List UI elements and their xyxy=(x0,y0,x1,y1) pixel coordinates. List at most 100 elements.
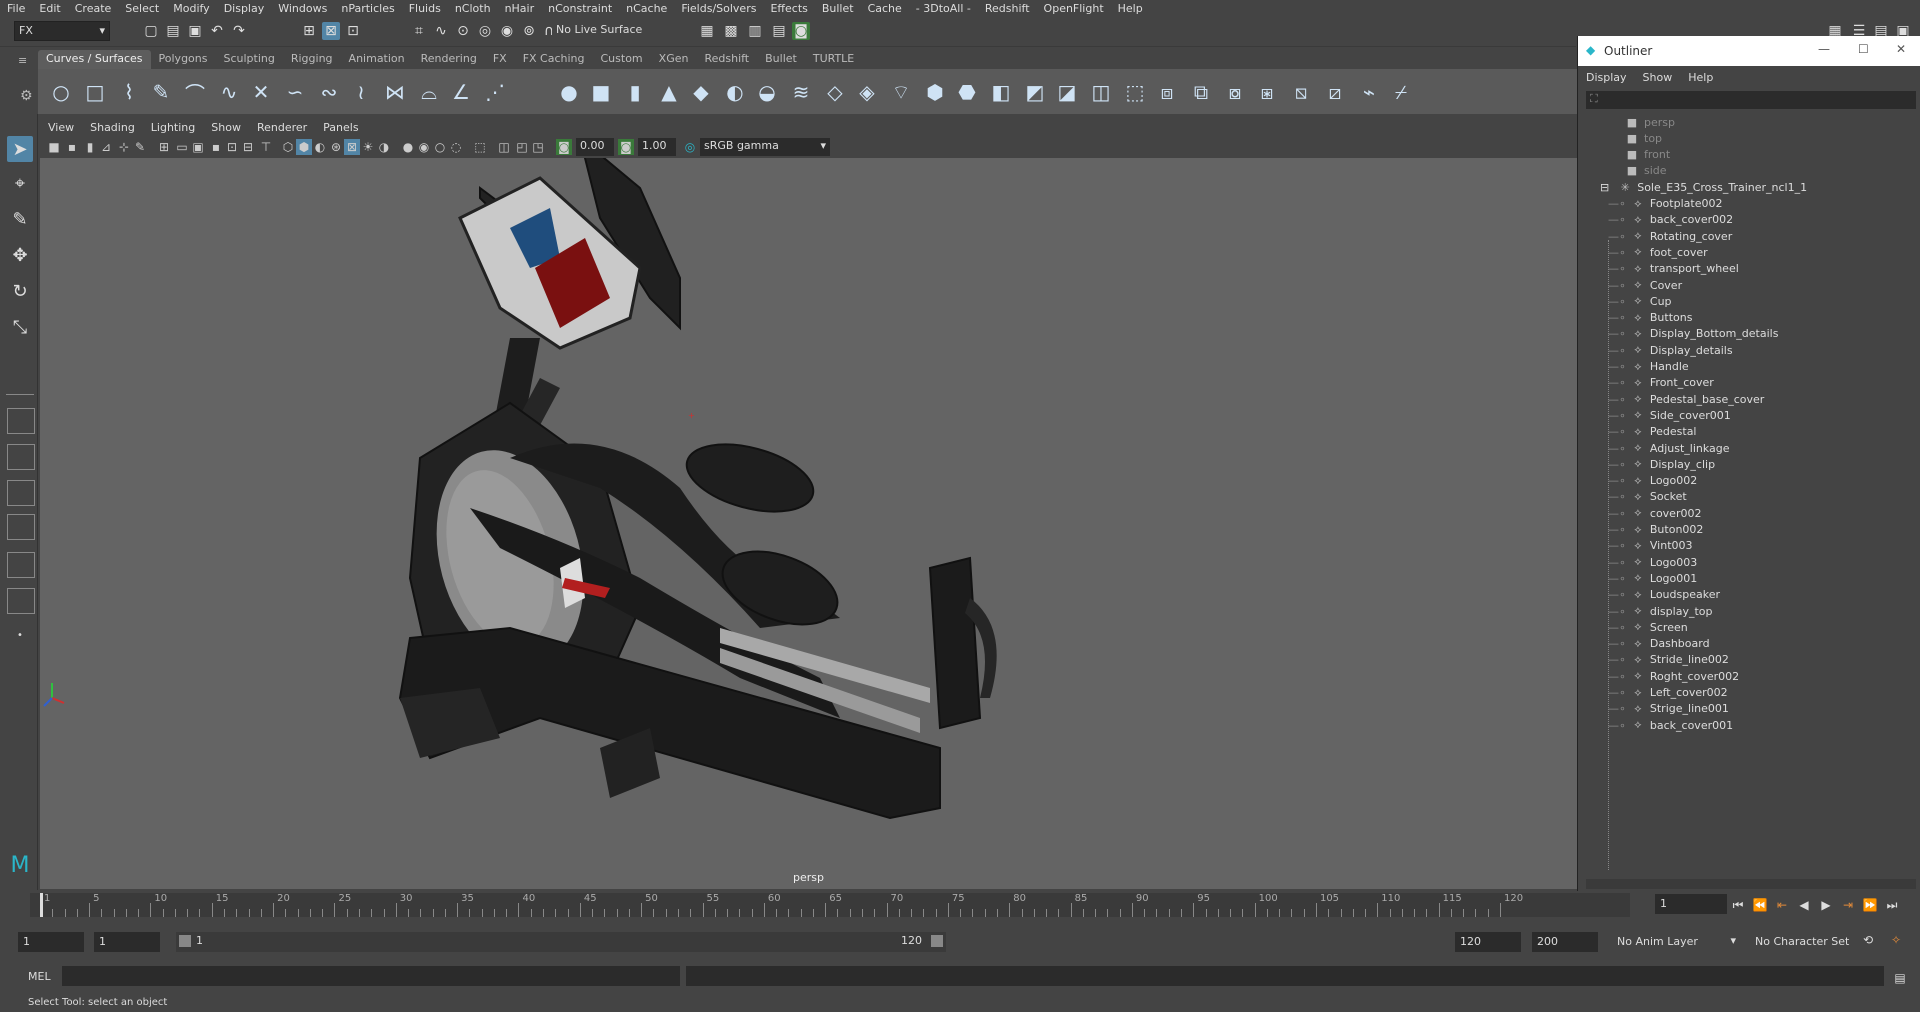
gate-mask-icon[interactable]: ▪ xyxy=(208,139,224,155)
elliptical-cross-trainer-model[interactable]: + xyxy=(40,158,1577,889)
current-time-indicator[interactable] xyxy=(40,893,43,917)
xray-joints-icon[interactable]: ◰ xyxy=(514,139,530,155)
menu-edit[interactable]: Edit xyxy=(32,2,67,15)
shelf-tab-fx[interactable]: FX xyxy=(485,50,515,69)
safe-title-icon[interactable]: ⊤ xyxy=(258,139,274,155)
menu-bullet[interactable]: Bullet xyxy=(815,2,861,15)
nurbs-square-icon[interactable]: □ xyxy=(82,79,108,105)
wireframe-on-shaded-icon[interactable]: ⊛ xyxy=(328,139,344,155)
shelf-tab-rendering[interactable]: Rendering xyxy=(413,50,485,69)
shelf-tab-animation[interactable]: Animation xyxy=(341,50,413,69)
menu-modify[interactable]: Modify xyxy=(166,2,216,15)
xray-icon[interactable]: ◫ xyxy=(496,139,512,155)
shelf-tab-redshift[interactable]: Redshift xyxy=(696,50,757,69)
range-slider-bar[interactable]: 1 120 xyxy=(176,932,946,952)
menu-create[interactable]: Create xyxy=(68,2,119,15)
outliner-menu-show[interactable]: Show xyxy=(1635,71,1681,84)
menu-nhair[interactable]: nHair xyxy=(498,2,542,15)
menu-ncache[interactable]: nCache xyxy=(619,2,674,15)
shelf-tab-fx-caching[interactable]: FX Caching xyxy=(515,50,593,69)
render-region-icon[interactable]: ▦ xyxy=(698,22,716,40)
menu-nconstraint[interactable]: nConstraint xyxy=(541,2,619,15)
character-set-dropdown[interactable]: No Character Set xyxy=(1750,932,1870,952)
shelf-tab-rigging[interactable]: Rigging xyxy=(283,50,341,69)
motion-blur-icon[interactable]: ◉ xyxy=(416,139,432,155)
go-to-end-icon[interactable]: ⏭ xyxy=(1884,897,1900,913)
offset-surface-icon[interactable]: ⧅ xyxy=(1288,79,1314,105)
wireframe-icon[interactable]: ⬡ xyxy=(280,139,296,155)
nurbs-cone-icon[interactable]: ▲ xyxy=(656,79,682,105)
scale-tool-icon[interactable]: ⤡ xyxy=(7,314,33,340)
snap-point-icon[interactable]: ⊙ xyxy=(454,22,472,40)
perspective-viewport[interactable]: + persp xyxy=(40,158,1577,889)
extend-surface-icon[interactable]: ⧆ xyxy=(1254,79,1280,105)
menu-ncloth[interactable]: nCloth xyxy=(448,2,498,15)
menu-windows[interactable]: Windows xyxy=(271,2,334,15)
step-forward-icon[interactable]: ⏩ xyxy=(1862,897,1878,913)
menu-fluids[interactable]: Fluids xyxy=(402,2,448,15)
menu-help[interactable]: Help xyxy=(1111,2,1150,15)
playback-end-field[interactable]: 120 xyxy=(1455,932,1521,952)
viewport-menu-view[interactable]: View xyxy=(40,121,82,134)
select-component-icon[interactable]: ⊡ xyxy=(344,22,362,40)
camera-select-icon[interactable]: ■ xyxy=(46,139,62,155)
attach-curve-icon[interactable]: ∽ xyxy=(282,79,308,105)
auto-key-icon[interactable]: ⟲ xyxy=(1860,932,1876,948)
open-scene-icon[interactable]: ▤ xyxy=(164,22,182,40)
viewport-menu-panels[interactable]: Panels xyxy=(315,121,366,134)
menu-file[interactable]: File xyxy=(0,2,32,15)
start-time-field[interactable]: 1 xyxy=(18,932,84,952)
nurbs-cube-icon[interactable]: ■ xyxy=(588,79,614,105)
current-frame-field[interactable]: 1 xyxy=(1655,894,1727,914)
cut-curve-icon[interactable]: ≀ xyxy=(348,79,374,105)
cv-curve-icon[interactable]: ⌇ xyxy=(116,79,142,105)
menu-fields-solvers[interactable]: Fields/Solvers xyxy=(674,2,763,15)
viewport-menu-renderer[interactable]: Renderer xyxy=(249,121,315,134)
lights-icon[interactable]: ☀ xyxy=(360,139,376,155)
paint-select-tool-icon[interactable]: ✎ xyxy=(7,206,33,232)
command-input[interactable] xyxy=(62,966,680,986)
screen-space-ao-icon[interactable]: ● xyxy=(400,139,416,155)
script-editor-icon[interactable]: ▤ xyxy=(1892,970,1908,986)
boundary-icon[interactable]: ⬣ xyxy=(954,79,980,105)
save-scene-icon[interactable]: ▣ xyxy=(186,22,204,40)
nurbs-sphere-icon[interactable]: ● xyxy=(556,79,582,105)
move-tool-icon[interactable]: ✥ xyxy=(7,242,33,268)
single-perspective-layout-icon[interactable] xyxy=(7,408,35,434)
persp-graph-layout-icon[interactable] xyxy=(7,514,35,540)
outliner-menu-display[interactable]: Display xyxy=(1578,71,1635,84)
select-object-icon[interactable]: ⊠ xyxy=(322,22,340,40)
field-chart-icon[interactable]: ⊡ xyxy=(224,139,240,155)
isolate-select-icon[interactable]: ⬚ xyxy=(472,139,488,155)
persp-outliner-layout-icon[interactable] xyxy=(7,480,35,506)
xray-components-icon[interactable]: ◳ xyxy=(530,139,546,155)
outliner-search-input[interactable]: ⛶ xyxy=(1586,91,1916,109)
rotate-tool-icon[interactable]: ↻ xyxy=(7,278,33,304)
viewport-menu-lighting[interactable]: Lighting xyxy=(143,121,203,134)
bookmark-icon[interactable]: ▮ xyxy=(82,139,98,155)
preferences-icon[interactable]: ✧ xyxy=(1888,932,1904,948)
rebuild-surface-icon[interactable]: ⧄ xyxy=(1322,79,1348,105)
play-backward-icon[interactable]: ◀ xyxy=(1796,897,1812,913)
layout-more-icon[interactable]: • xyxy=(7,622,33,648)
menu-select[interactable]: Select xyxy=(118,2,166,15)
play-forward-icon[interactable]: ▶ xyxy=(1818,897,1834,913)
insert-isoparm-icon[interactable]: ⧇ xyxy=(1222,79,1248,105)
snap-surface-icon[interactable]: ◉ xyxy=(498,22,516,40)
grid-toggle-icon[interactable]: ⊞ xyxy=(156,139,172,155)
detach-curve-icon[interactable]: ∾ xyxy=(316,79,342,105)
sculpt-geometry-icon[interactable]: ⌁ xyxy=(1356,79,1382,105)
lasso-tool-icon[interactable]: ⌖ xyxy=(7,170,33,196)
2d-pan-icon[interactable]: ⊹ xyxy=(116,139,132,155)
film-gate-icon[interactable]: ▭ xyxy=(174,139,190,155)
grease-pencil-icon[interactable]: ✎ xyxy=(132,139,148,155)
shelf-tab-polygons[interactable]: Polygons xyxy=(151,50,216,69)
anti-aliasing-icon[interactable]: ○ xyxy=(432,139,448,155)
extrude-icon[interactable]: ◈ xyxy=(854,79,880,105)
revolve-icon[interactable]: ◒ xyxy=(754,79,780,105)
outliner-menu-help[interactable]: Help xyxy=(1680,71,1721,84)
ipr-render-icon[interactable]: ▥ xyxy=(746,22,764,40)
surface-edit-icon[interactable]: ⌿ xyxy=(1388,79,1414,105)
bevel-icon[interactable]: ⬢ xyxy=(922,79,948,105)
offset-curve-icon[interactable]: ⋈ xyxy=(382,79,408,105)
